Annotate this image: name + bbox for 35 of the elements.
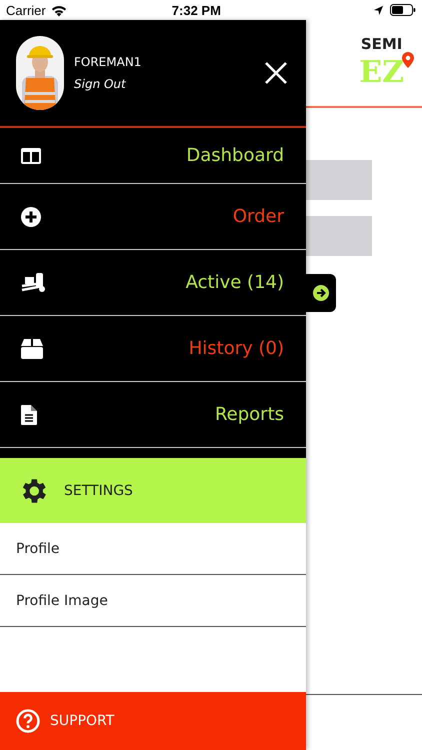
- menu-label: History (0): [188, 338, 284, 359]
- menu-label: Order: [232, 206, 284, 227]
- input-field[interactable]: [306, 216, 372, 256]
- plus-circle-icon: [21, 206, 41, 226]
- settings-header: SETTINGS: [0, 458, 306, 523]
- status-time: 7:32 PM: [172, 2, 221, 18]
- menu-item[interactable]: History (0): [0, 316, 306, 382]
- carrier-name: Carrier: [6, 2, 46, 18]
- menu-item[interactable]: Dashboard: [0, 128, 306, 184]
- settings-item[interactable]: Profile Image: [0, 575, 306, 627]
- arrow-right-icon: [313, 285, 329, 301]
- close-icon[interactable]: [264, 61, 288, 85]
- menu-label: Dashboard: [186, 145, 284, 166]
- map-pin-icon: [402, 52, 414, 68]
- columns-icon: [21, 148, 41, 164]
- document-icon: [21, 404, 37, 424]
- box-icon: [21, 338, 43, 358]
- location-icon: [373, 4, 384, 16]
- menu-label: Active (14): [186, 272, 284, 293]
- dolly-icon: [21, 272, 47, 292]
- menu-item[interactable]: Active (14): [0, 250, 306, 316]
- logo-text: EZ: [359, 54, 404, 90]
- wifi-icon: [50, 4, 68, 16]
- next-button[interactable]: [306, 274, 336, 312]
- support-button[interactable]: SUPPORT: [0, 692, 306, 750]
- sign-out-link[interactable]: Sign Out: [74, 77, 264, 91]
- input-field[interactable]: [306, 160, 372, 200]
- settings-item[interactable]: Profile: [0, 523, 306, 575]
- logo-text: SEMI: [360, 34, 402, 54]
- user-name: FOREMAN1: [74, 55, 142, 69]
- menu-item[interactable]: Order: [0, 184, 306, 250]
- help-icon: [16, 709, 40, 733]
- menu-label: Reports: [214, 404, 284, 425]
- battery-icon: [390, 4, 416, 16]
- menu-item[interactable]: Reports: [0, 382, 306, 448]
